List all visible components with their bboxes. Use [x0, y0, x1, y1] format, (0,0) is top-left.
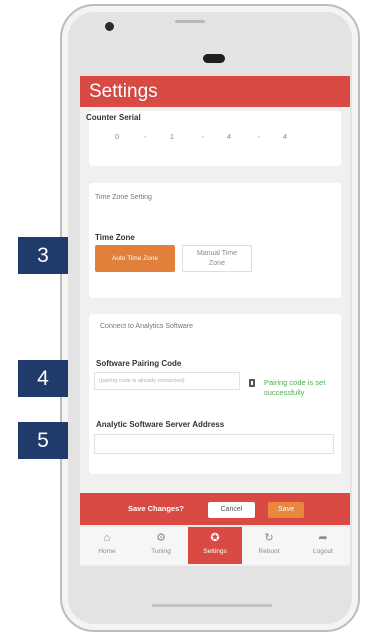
nav-label-logout: Logout — [313, 548, 333, 555]
auto-time-zone-button[interactable]: Auto Time Zone — [95, 245, 175, 272]
logout-icon: ➦ — [318, 532, 328, 544]
timezone-label: Time Zone — [95, 233, 135, 242]
nav-label-settings: Settings — [203, 548, 227, 555]
tuning-icon: ⚙ — [156, 532, 166, 544]
camera-icon — [105, 22, 114, 31]
serial-separator: - — [257, 132, 261, 141]
pairing-success-message: Pairing code is set successfully — [264, 378, 326, 397]
server-address-label: Analytic Software Server Address — [96, 420, 225, 429]
serial-separator: - — [143, 132, 147, 141]
serial-separator: - — [201, 132, 205, 141]
pairing-code-label: Software Pairing Code — [96, 359, 182, 368]
analytics-section-title: Connect to Analytics Software — [100, 323, 193, 330]
home-indicator — [152, 604, 272, 607]
callout-badge-3: 3 — [18, 237, 68, 274]
serial-segment-4[interactable]: 4 — [268, 131, 302, 143]
serial-segment-1[interactable]: 0 — [100, 131, 134, 143]
pairing-code-input[interactable]: (pairing code is already connected) — [94, 372, 240, 390]
nav-item-reboot[interactable]: ↻ Reboot — [242, 527, 296, 564]
link-icon — [248, 375, 256, 387]
reboot-icon: ↻ — [264, 532, 274, 544]
manual-time-zone-label-2: Zone — [209, 260, 225, 267]
speaker-grille — [175, 20, 205, 23]
serial-segment-2[interactable]: 1 — [155, 131, 189, 143]
nav-label-home: Home — [98, 548, 116, 555]
page-title: Settings — [80, 76, 350, 107]
serial-segment-3[interactable]: 4 — [212, 131, 246, 143]
manual-time-zone-label-1: Manual Time — [196, 250, 238, 257]
nav-label-tuning: Tuning — [151, 548, 171, 555]
home-icon: ⌂ — [103, 532, 111, 544]
bottom-nav: ⌂ Home ⚙ Tuning ✪ Settings ↻ Reboot ➦ Lo… — [80, 526, 350, 564]
earpiece — [203, 54, 225, 63]
settings-icon: ✪ — [210, 532, 220, 544]
nav-item-settings[interactable]: ✪ Settings — [188, 527, 242, 564]
server-address-input[interactable] — [94, 434, 334, 454]
save-changes-bar: Save Changes? Cancel Save — [80, 493, 350, 525]
nav-label-reboot: Reboot — [258, 548, 280, 555]
manual-time-zone-button[interactable]: Manual Time Zone — [182, 245, 252, 272]
cancel-button[interactable]: Cancel — [208, 502, 255, 518]
nav-item-tuning[interactable]: ⚙ Tuning — [134, 527, 188, 564]
callout-badge-5: 5 — [18, 422, 68, 459]
save-changes-prompt: Save Changes? — [128, 504, 184, 513]
timezone-section-title: Time Zone Setting — [95, 194, 152, 201]
nav-item-logout[interactable]: ➦ Logout — [296, 527, 350, 564]
counter-serial-field: 0 - 1 - 4 - 4 — [100, 131, 332, 143]
nav-item-home[interactable]: ⌂ Home — [80, 527, 134, 564]
counter-serial-label: Counter Serial — [86, 113, 141, 122]
save-button[interactable]: Save — [268, 502, 304, 518]
callout-badge-4: 4 — [18, 360, 68, 397]
